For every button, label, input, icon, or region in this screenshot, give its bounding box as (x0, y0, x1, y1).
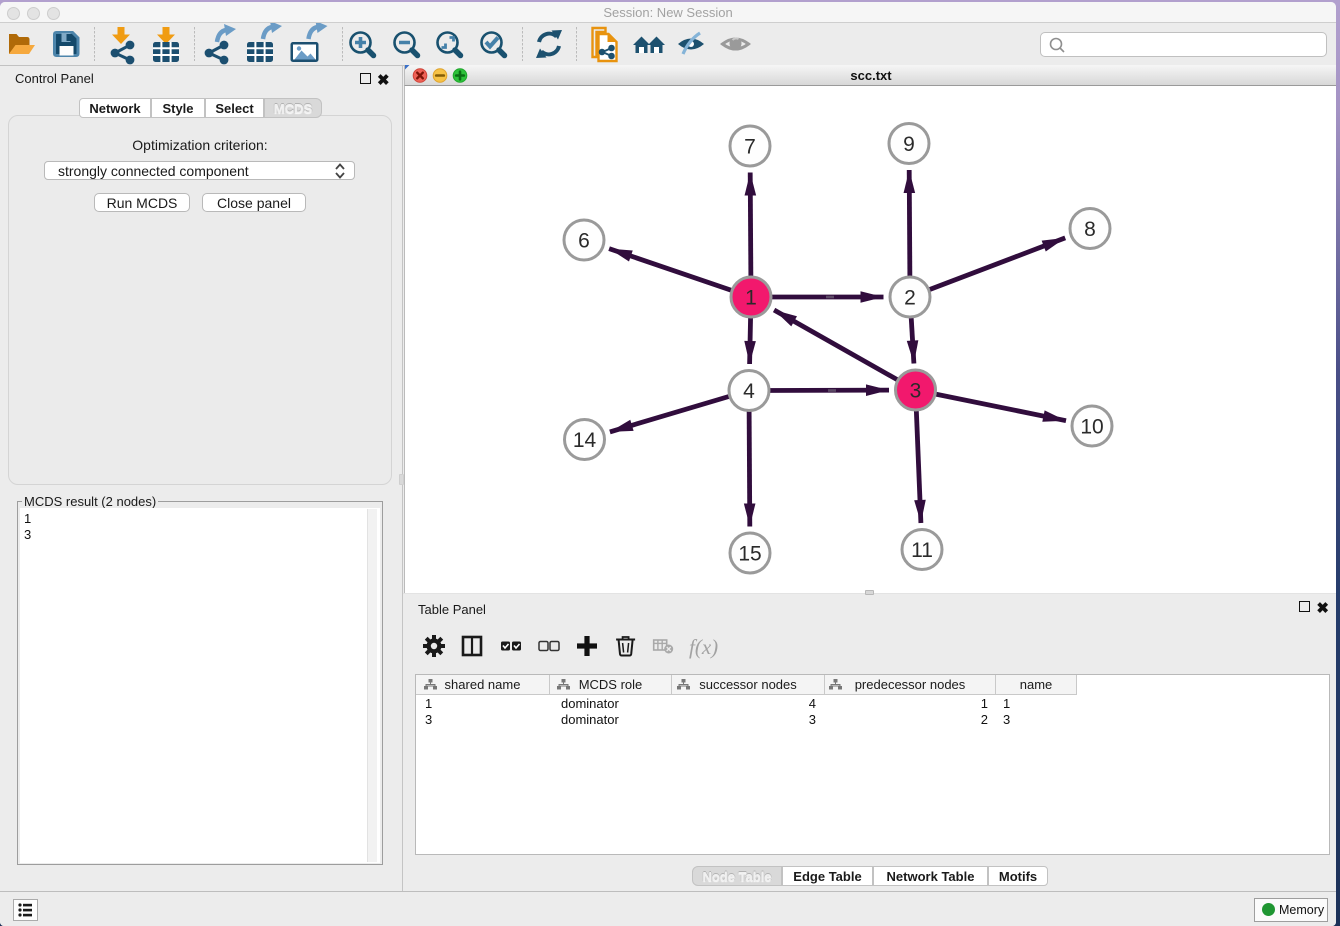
svg-text:15: 15 (738, 543, 761, 566)
svg-text:7: 7 (744, 136, 756, 159)
svg-text:4: 4 (743, 380, 755, 403)
svg-text:1: 1 (745, 287, 757, 310)
svg-text:8: 8 (1084, 218, 1096, 241)
svg-text:9: 9 (903, 133, 915, 156)
svg-text:3: 3 (910, 380, 922, 403)
svg-text:14: 14 (573, 429, 597, 452)
svg-text:11: 11 (911, 539, 933, 562)
svg-text:6: 6 (578, 230, 590, 253)
svg-text:2: 2 (904, 287, 916, 310)
svg-text:f(x): f(x) (689, 635, 718, 659)
svg-text:10: 10 (1080, 416, 1103, 439)
